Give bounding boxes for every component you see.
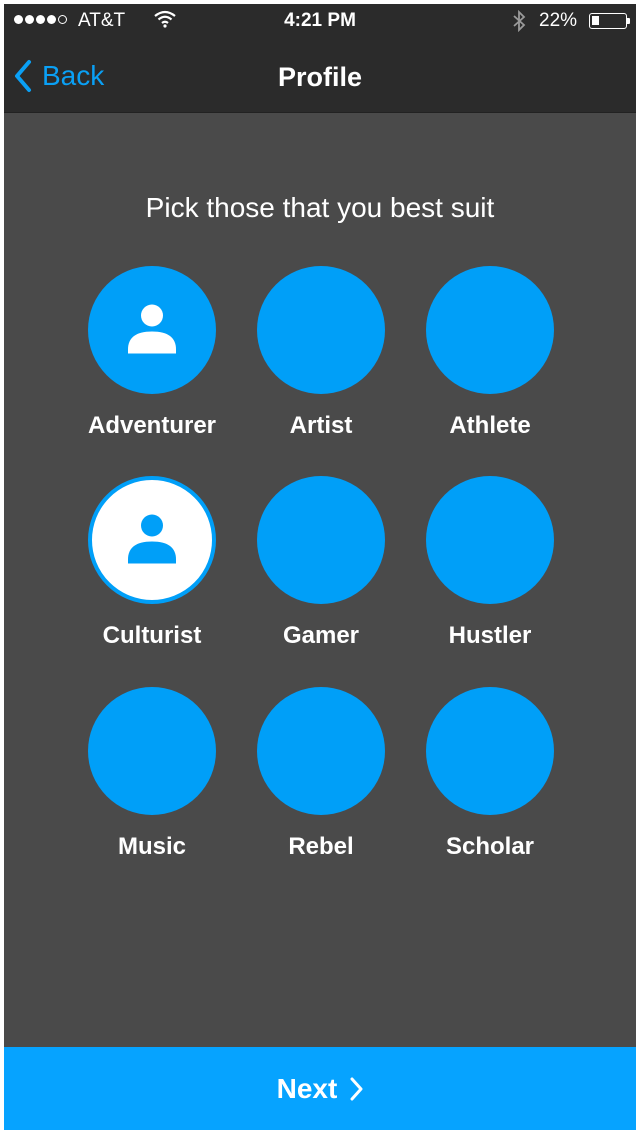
status-bar: AT&T 4:21 PM 22% xyxy=(4,4,636,38)
option-scholar[interactable]: Scholar xyxy=(405,687,575,861)
option-circle[interactable] xyxy=(426,476,554,604)
option-label: Artist xyxy=(289,412,353,439)
person-icon xyxy=(124,300,180,361)
person-icon xyxy=(124,510,180,571)
option-circle[interactable] xyxy=(257,476,385,604)
option-label: Rebel xyxy=(288,833,354,860)
option-circle[interactable] xyxy=(88,266,216,394)
battery-percent: 22% xyxy=(539,10,578,31)
page-title: Profile xyxy=(277,62,363,92)
option-circle[interactable] xyxy=(257,266,385,394)
battery-nub xyxy=(627,18,630,24)
option-label: Scholar xyxy=(445,833,535,860)
option-artist[interactable]: Artist xyxy=(236,266,406,440)
option-label: Adventurer xyxy=(87,412,217,439)
battery-icon xyxy=(589,13,627,29)
option-circle[interactable] xyxy=(257,687,385,815)
option-label: Music xyxy=(117,833,186,860)
next-label: Next xyxy=(276,1072,338,1104)
battery-fill xyxy=(592,16,599,25)
next-button[interactable]: Next xyxy=(4,1047,636,1130)
bluetooth-icon xyxy=(512,9,526,38)
option-athlete[interactable]: Athlete xyxy=(405,266,575,440)
option-label: Athlete xyxy=(449,412,531,439)
option-circle[interactable] xyxy=(426,266,554,394)
selection-heading: Pick those that you best suit xyxy=(145,192,495,223)
option-circle[interactable] xyxy=(88,476,216,604)
option-culturist[interactable]: Culturist xyxy=(67,476,237,650)
navigation-bar: Back Profile xyxy=(4,44,636,112)
phone-screen: AT&T 4:21 PM 22% Back Profile Pick those… xyxy=(4,4,636,1130)
option-rebel[interactable]: Rebel xyxy=(236,687,406,861)
option-gamer[interactable]: Gamer xyxy=(236,476,406,650)
option-music[interactable]: Music xyxy=(67,687,237,861)
top-bar: AT&T 4:21 PM 22% Back Profile xyxy=(4,4,636,113)
option-label: Hustler xyxy=(448,622,532,649)
option-circle[interactable] xyxy=(88,687,216,815)
option-label: Gamer xyxy=(282,622,360,649)
option-adventurer[interactable]: Adventurer xyxy=(67,266,237,440)
option-label: Culturist xyxy=(102,622,202,649)
chevron-right-icon xyxy=(350,1077,363,1100)
option-circle[interactable] xyxy=(426,687,554,815)
option-hustler[interactable]: Hustler xyxy=(405,476,575,650)
